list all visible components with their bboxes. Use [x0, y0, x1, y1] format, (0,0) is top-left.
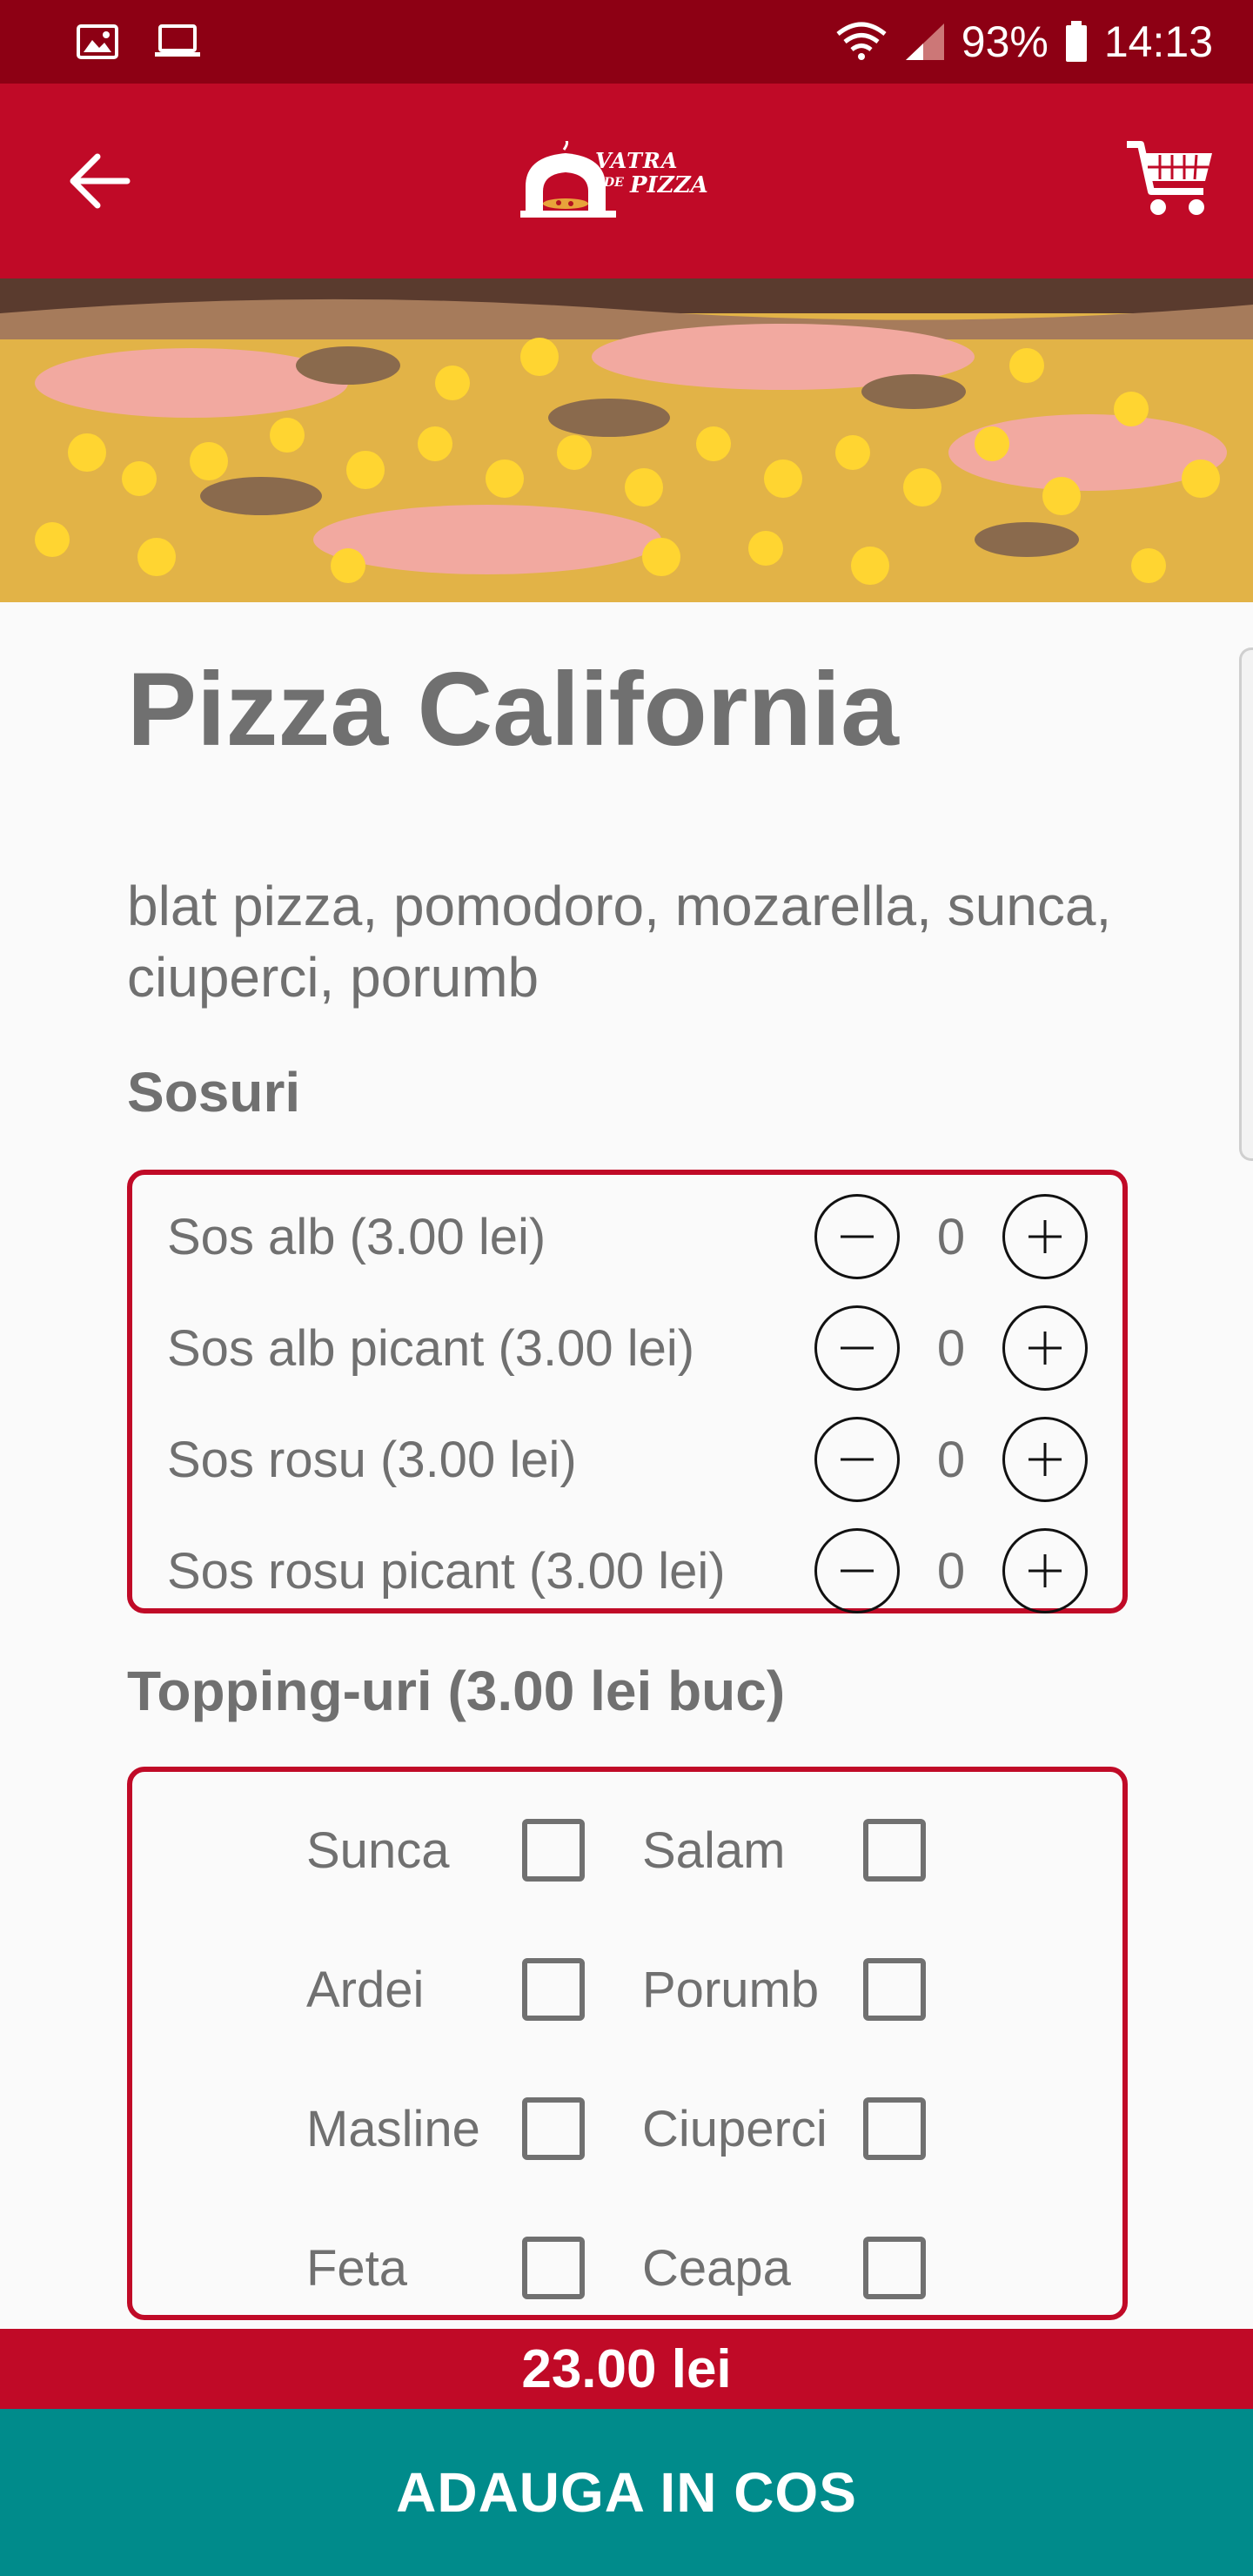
topping-checkbox[interactable] [522, 1819, 585, 1882]
plus-icon [1029, 1443, 1062, 1476]
topping-label: Ardei [306, 1961, 425, 2018]
sauce-label: Sos alb picant (3.00 lei) [167, 1319, 695, 1377]
increment-button[interactable] [1002, 1528, 1088, 1613]
wifi-icon [834, 22, 888, 62]
increment-button[interactable] [1002, 1417, 1088, 1502]
sauce-label: Sos alb (3.00 lei) [167, 1208, 546, 1265]
minus-icon [841, 1346, 874, 1350]
topping-label: Ceapa [642, 2239, 791, 2297]
quantity-value: 0 [936, 1542, 966, 1600]
minus-icon [841, 1458, 874, 1461]
sauce-row: Sos rosu picant (3.00 lei) 0 [167, 1523, 1088, 1619]
clock: 14:13 [1103, 17, 1213, 66]
minus-icon [841, 1569, 874, 1573]
topping-checkbox[interactable] [522, 2237, 585, 2299]
quantity-stepper: 0 [814, 1194, 1088, 1279]
decrement-button[interactable] [814, 1194, 900, 1279]
topping-label: Ciuperci [642, 2100, 828, 2157]
topping-label: Feta [306, 2239, 408, 2297]
quantity-value: 0 [936, 1319, 966, 1377]
quantity-stepper: 0 [814, 1305, 1088, 1391]
plus-icon [1029, 1332, 1062, 1365]
logo-text-pizza: PIZZA [630, 172, 708, 198]
add-to-cart-button[interactable]: ADAUGA IN COS [0, 2409, 1253, 2576]
laptop-icon [153, 24, 202, 59]
topping-checkbox[interactable] [863, 1819, 926, 1882]
battery-percent: 93% [961, 17, 1049, 66]
product-title: Pizza California [127, 651, 899, 768]
battery-icon [1064, 21, 1089, 63]
brand-logo: VATRA DE PIZZA [520, 141, 733, 225]
scrollbar[interactable] [1239, 647, 1253, 1161]
signal-icon [904, 22, 946, 62]
toppings-heading: Topping-uri (3.00 lei buc) [127, 1660, 786, 1722]
topping-checkbox[interactable] [863, 2097, 926, 2160]
quantity-stepper: 0 [814, 1528, 1088, 1613]
product-image [0, 278, 1253, 602]
total-price: 23.00 lei [0, 2329, 1253, 2409]
shopping-cart-icon [1127, 141, 1212, 215]
logo-text-vatra: VATRA [595, 148, 679, 173]
plus-icon [1029, 1554, 1062, 1587]
product-description: blat pizza, pomodoro, mozarella, sunca, … [127, 875, 1112, 1009]
topping-label: Salam [642, 1821, 786, 1879]
decrement-button[interactable] [814, 1305, 900, 1391]
image-icon [77, 24, 118, 59]
app-bar: VATRA DE PIZZA [0, 84, 1253, 278]
status-system: 93% 14:13 [834, 17, 1213, 67]
back-button[interactable] [63, 144, 136, 218]
topping-checkbox[interactable] [863, 1958, 926, 2021]
status-notifications [77, 24, 202, 59]
quantity-stepper: 0 [814, 1417, 1088, 1502]
quantity-value: 0 [936, 1431, 966, 1488]
sauces-list: Sos alb (3.00 lei) 0 Sos alb picant (3.0… [127, 1170, 1128, 1613]
topping-checkbox[interactable] [522, 2097, 585, 2160]
topping-checkbox[interactable] [863, 2237, 926, 2299]
quantity-value: 0 [936, 1208, 966, 1265]
decrement-button[interactable] [814, 1528, 900, 1613]
sauce-row: Sos rosu (3.00 lei) 0 [167, 1412, 1088, 1507]
plus-icon [1029, 1220, 1062, 1253]
topping-label: Masline [306, 2100, 480, 2157]
topping-label: Sunca [306, 1821, 450, 1879]
status-bar: 93% 14:13 [0, 0, 1253, 84]
sauce-row: Sos alb picant (3.00 lei) 0 [167, 1300, 1088, 1396]
sauce-label: Sos rosu (3.00 lei) [167, 1431, 577, 1488]
increment-button[interactable] [1002, 1194, 1088, 1279]
logo-text-de: DE [604, 176, 624, 190]
minus-icon [841, 1235, 874, 1238]
sauces-heading: Sosuri [127, 1061, 301, 1124]
decrement-button[interactable] [814, 1417, 900, 1502]
toppings-list: Sunca Salam Ardei Porumb Masline Ciuperc… [127, 1767, 1128, 2320]
sauce-label: Sos rosu picant (3.00 lei) [167, 1542, 726, 1600]
increment-button[interactable] [1002, 1305, 1088, 1391]
topping-label: Porumb [642, 1961, 820, 2018]
cart-button[interactable] [1122, 136, 1218, 223]
arrow-left-icon [70, 153, 131, 209]
sauce-row: Sos alb (3.00 lei) 0 [167, 1189, 1088, 1285]
topping-checkbox[interactable] [522, 1958, 585, 2021]
